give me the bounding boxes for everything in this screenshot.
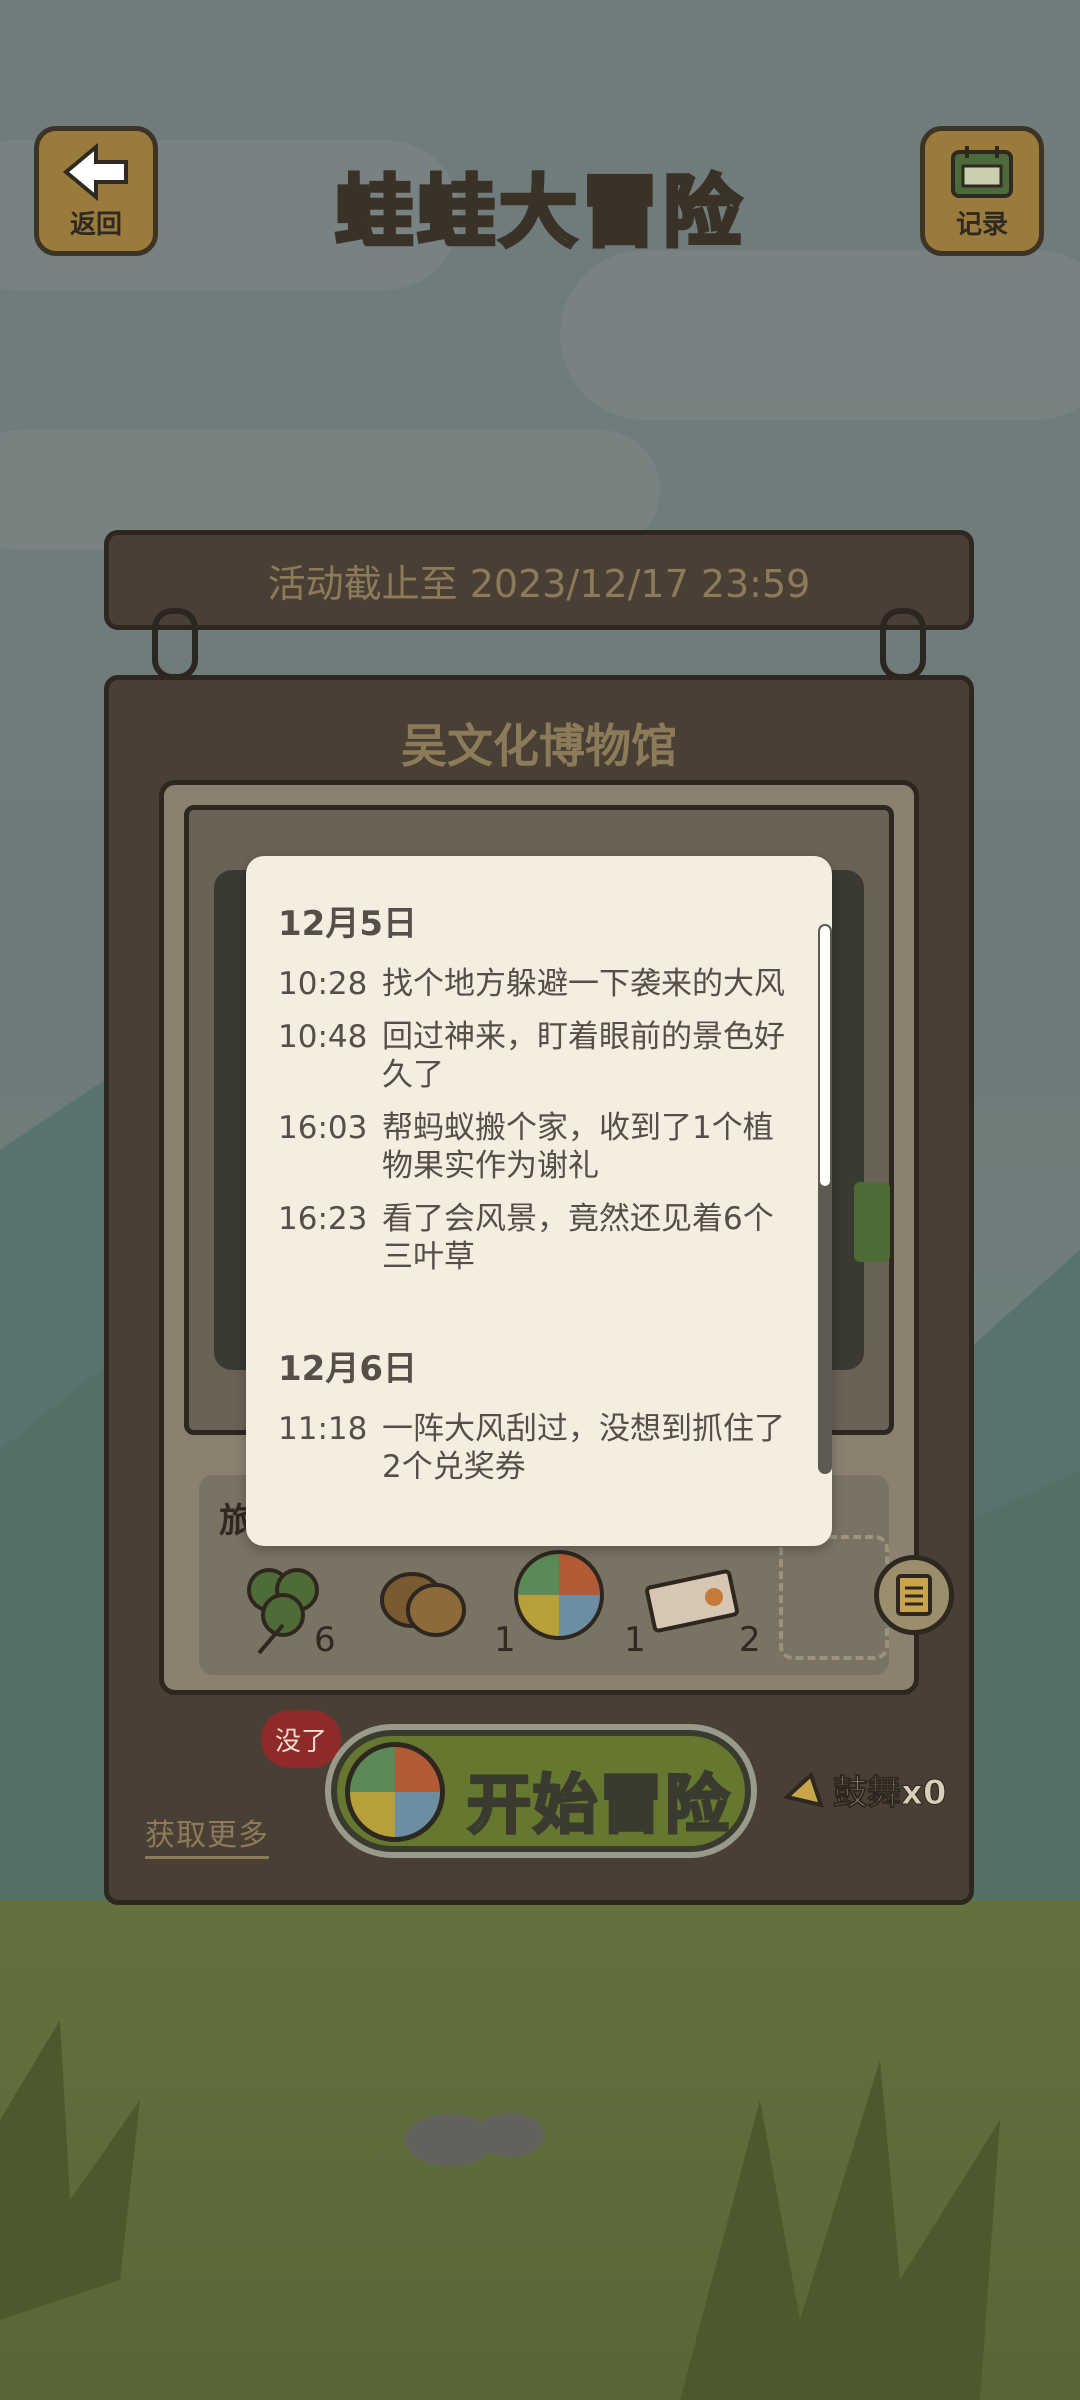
start-adventure-label: 开始冒险 <box>466 1768 731 1845</box>
ticket-icon <box>645 1569 739 1633</box>
log-time: 10:48 <box>278 1019 368 1055</box>
none-left-badge: 没了 <box>261 1710 341 1768</box>
deadline-sign: 活动截止至 2023/12/17 23:59 <box>104 530 974 630</box>
spinner-wheel-icon <box>514 1550 604 1640</box>
wheel-count: 1 <box>624 1620 646 1660</box>
start-adventure-button[interactable]: 开始冒险 <box>331 1730 751 1852</box>
location-title: 吴文化博物馆 <box>401 719 677 773</box>
spinner-wheel-icon <box>345 1742 445 1842</box>
log-entry: 16:03 帮蚂蚁搬个家，收到了1个植物果实作为谢礼 <box>278 1109 788 1185</box>
records-label: 记录 <box>955 209 1008 240</box>
deadline-text: 活动截止至 2023/12/17 23:59 <box>267 561 811 606</box>
page-title: 蛙蛙大冒险 <box>333 166 745 260</box>
log-time: 16:03 <box>278 1110 368 1146</box>
hanging-ring <box>880 608 926 680</box>
hanging-ring <box>152 608 198 680</box>
scrollbar-thumb[interactable] <box>820 926 830 1186</box>
megaphone-icon <box>782 1770 825 1808</box>
empty-item-slot <box>779 1535 889 1660</box>
get-more-link[interactable]: 获取更多 <box>145 1810 269 1859</box>
log-entry: 10:28 找个地方躲避一下袭来的大风 <box>278 965 788 1003</box>
ticket-count: 2 <box>739 1620 761 1660</box>
acorn-icon <box>380 1572 466 1637</box>
adventure-log-popup[interactable]: 12月5日 10:28 找个地方躲避一下袭来的大风 10:48 回过神来，盯着眼… <box>246 856 832 1546</box>
log-time: 11:18 <box>278 1411 368 1447</box>
calendar-icon <box>951 145 1013 198</box>
log-time: 16:23 <box>278 1201 368 1237</box>
log-text: 回过神来，盯着眼前的景色好久了 <box>382 1019 785 1093</box>
log-entry: 10:48 回过神来，盯着眼前的景色好久了 <box>278 1018 788 1094</box>
log-text: 一阵大风刮过，没想到抓住了2个兑奖券 <box>382 1411 785 1485</box>
log-text: 帮蚂蚁搬个家，收到了1个植物果实作为谢礼 <box>382 1110 774 1184</box>
cheer-button[interactable]: 鼓舞x0 <box>781 1765 947 1814</box>
log-button[interactable] <box>874 1555 954 1635</box>
side-tag[interactable] <box>854 1182 890 1262</box>
log-entry: 16:23 看了会风景，竟然还见着6个三叶草 <box>278 1200 788 1276</box>
clover-count: 6 <box>314 1620 336 1660</box>
log-date: 12月6日 <box>278 1349 417 1389</box>
log-text: 找个地方躲避一下袭来的大风 <box>382 966 785 1002</box>
log-entry: 11:18 一阵大风刮过，没想到抓住了2个兑奖券 <box>278 1410 788 1486</box>
log-time: 10:28 <box>278 966 368 1002</box>
log-date: 12月5日 <box>278 904 417 944</box>
acorn-count: 1 <box>494 1620 516 1660</box>
log-text: 看了会风景，竟然还见着6个三叶草 <box>382 1201 774 1275</box>
records-button[interactable]: 记录 <box>920 126 1044 256</box>
cheer-label: 鼓舞x0 <box>833 1773 948 1814</box>
log-list: 12月5日 10:28 找个地方躲避一下袭来的大风 10:48 回过神来，盯着眼… <box>278 896 788 1501</box>
document-icon <box>896 1574 932 1616</box>
